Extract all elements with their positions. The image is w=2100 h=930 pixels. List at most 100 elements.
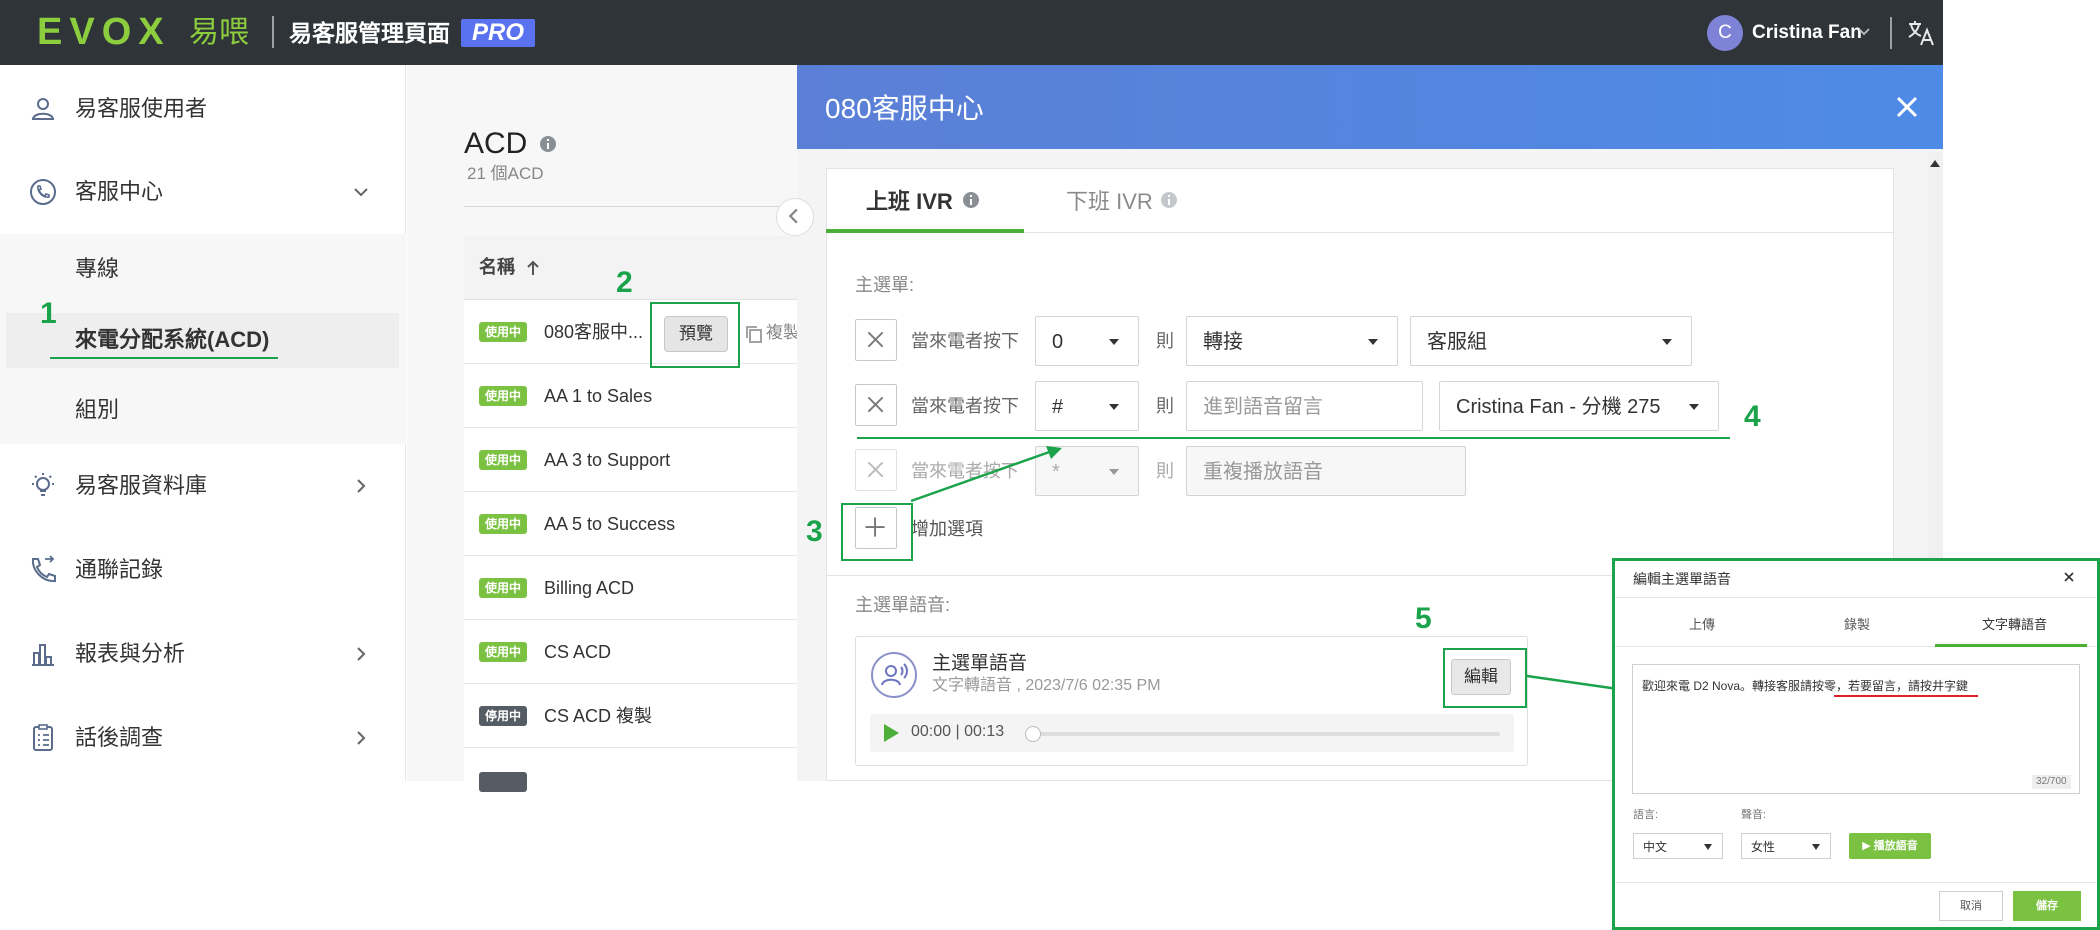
status-badge: 使用中 <box>479 642 527 662</box>
target-select[interactable]: Cristina Fan - 分機 275 <box>1439 381 1719 431</box>
column-header-name[interactable]: 名稱 <box>479 256 515 278</box>
voice-select-value: 女性 <box>1751 840 1776 854</box>
key-select[interactable]: 0 <box>1035 316 1139 366</box>
caret-down-icon <box>1689 404 1699 410</box>
annotation-underline <box>50 357 278 359</box>
translate-icon[interactable] <box>1906 18 1936 48</box>
table-row[interactable]: 使用中 AA 5 to Success <box>464 492 797 556</box>
sidebar-item-label: 易客服資料庫 <box>75 473 208 498</box>
annotation-number: 4 <box>1744 400 1761 433</box>
voice-select[interactable]: 女性 <box>1741 833 1831 859</box>
play-voice-label: 播放語音 <box>1873 840 1918 852</box>
language-select[interactable]: 中文 <box>1633 833 1723 859</box>
sidebar-item-label: 通聯記錄 <box>75 557 164 582</box>
annotation-number: 1 <box>40 297 57 330</box>
caret-down-icon <box>1109 404 1119 410</box>
sidebar-item-survey[interactable]: 話後調查 <box>0 708 406 768</box>
sort-ascending-icon[interactable] <box>525 258 541 278</box>
play-voice-button[interactable]: ▶ 播放語音 <box>1849 833 1931 859</box>
action-field-value: 進到語音留言 <box>1203 396 1323 418</box>
tab-day-ivr[interactable]: 上班 IVR <box>866 188 953 216</box>
close-icon <box>867 461 884 478</box>
acd-name: 080客服中... <box>544 322 644 342</box>
annotation-number: 5 <box>1415 602 1432 635</box>
copy-icon[interactable] <box>744 324 764 344</box>
player-progress-handle[interactable] <box>1025 726 1041 742</box>
chevron-down-icon[interactable] <box>1855 22 1873 40</box>
cancel-button[interactable]: 取消 <box>1939 891 2003 921</box>
sidebar-item-label: 易客服使用者 <box>75 96 208 121</box>
voice-subtitle: 文字轉語音 , 2023/7/6 02:35 PM <box>932 677 1161 694</box>
caret-down-icon <box>1704 844 1712 850</box>
evox-logo[interactable]: EVOX <box>37 12 171 52</box>
sidebar-item-call-center[interactable]: 客服中心 <box>0 162 406 222</box>
annotation-box <box>841 503 913 561</box>
close-icon[interactable] <box>2062 570 2076 584</box>
drawer-title: 080客服中心 <box>825 93 984 124</box>
sidebar-item-knowledge-base[interactable]: 易客服資料庫 <box>0 456 406 516</box>
action-select[interactable]: 轉接 <box>1186 316 1398 366</box>
character-counter: 32/700 <box>2032 775 2071 789</box>
annotation-box <box>650 302 740 368</box>
table-row[interactable] <box>464 748 797 792</box>
topbar-divider-right <box>1890 17 1892 49</box>
table-row[interactable]: 使用中 Billing ACD <box>464 556 797 620</box>
main-menu-voice-label: 主選單語音: <box>855 595 951 615</box>
dialog-tab-record[interactable]: 錄製 <box>1844 617 1870 633</box>
acd-name: Billing ACD <box>544 578 635 598</box>
add-option-label[interactable]: 增加選項 <box>911 518 983 540</box>
sidebar-item-users[interactable]: 易客服使用者 <box>0 79 406 139</box>
key-select[interactable]: * <box>1035 446 1139 496</box>
phone-log-icon <box>31 555 56 583</box>
status-badge: 停用中 <box>479 706 527 726</box>
acd-name: AA 5 to Success <box>544 514 676 534</box>
sidebar-item-reports[interactable]: 報表與分析 <box>0 624 406 684</box>
language-label: 語言: <box>1633 809 1659 821</box>
copy-button[interactable]: 複製 <box>766 322 797 344</box>
remove-option-button[interactable] <box>855 384 897 426</box>
table-row[interactable]: 使用中 AA 1 to Sales <box>464 364 797 428</box>
chevron-right-icon <box>357 479 366 493</box>
info-icon[interactable] <box>539 135 557 153</box>
info-icon[interactable] <box>1160 191 1178 209</box>
then-label: 則 <box>1156 331 1174 351</box>
active-tab-indicator <box>826 229 1024 233</box>
player-progress-track[interactable] <box>1033 732 1500 736</box>
chevron-right-icon <box>357 731 366 745</box>
sidebar-subitem-lines[interactable]: 專線 <box>75 255 119 283</box>
play-icon[interactable] <box>881 722 901 744</box>
action-field[interactable]: 重複播放語音 <box>1186 446 1466 496</box>
remove-option-button[interactable] <box>855 319 897 361</box>
scroll-up-arrow-icon[interactable] <box>1929 158 1941 168</box>
save-button[interactable]: 儲存 <box>2013 891 2081 921</box>
info-icon[interactable] <box>962 191 980 209</box>
action-field[interactable]: 進到語音留言 <box>1186 381 1423 431</box>
user-menu-name[interactable]: Cristina Fan <box>1752 21 1862 45</box>
target-select[interactable]: 客服組 <box>1410 316 1692 366</box>
key-select[interactable]: # <box>1035 381 1139 431</box>
sidebar-item-label: 話後調查 <box>75 725 164 750</box>
lightbulb-icon <box>32 473 54 496</box>
table-row[interactable]: 使用中 CS ACD <box>464 620 797 684</box>
sidebar-item-call-log[interactable]: 通聯記錄 <box>0 540 406 600</box>
target-select-value: 客服組 <box>1427 331 1487 353</box>
table-row[interactable]: 使用中 AA 3 to Support <box>464 428 797 492</box>
close-icon[interactable] <box>1893 93 1921 121</box>
table-row[interactable]: 停用中 CS ACD 複製 <box>464 684 797 748</box>
dialog-title: 編輯主選單語音 <box>1633 571 1731 587</box>
pro-badge: PRO <box>461 19 535 47</box>
play-icon: ▶ <box>1862 840 1874 852</box>
portal-title: 易客服管理頁面 <box>289 20 450 46</box>
player-time: 00:00 | 00:13 <box>911 723 1005 740</box>
sidebar-subitem-acd[interactable]: 來電分配系統(ACD) <box>75 326 269 354</box>
key-select-value: # <box>1052 396 1064 418</box>
annotation-number: 3 <box>806 515 823 548</box>
sidebar-subitem-groups[interactable]: 組別 <box>75 396 119 424</box>
collapse-drawer-button[interactable] <box>776 198 814 236</box>
dialog-tab-upload[interactable]: 上傳 <box>1689 617 1715 633</box>
user-avatar[interactable]: C <box>1707 15 1743 51</box>
dialog-tab-tts[interactable]: 文字轉語音 <box>1982 617 2047 633</box>
divider <box>1615 882 2097 883</box>
tab-night-ivr[interactable]: 下班 IVR <box>1066 188 1153 216</box>
remove-option-button[interactable] <box>855 449 897 491</box>
